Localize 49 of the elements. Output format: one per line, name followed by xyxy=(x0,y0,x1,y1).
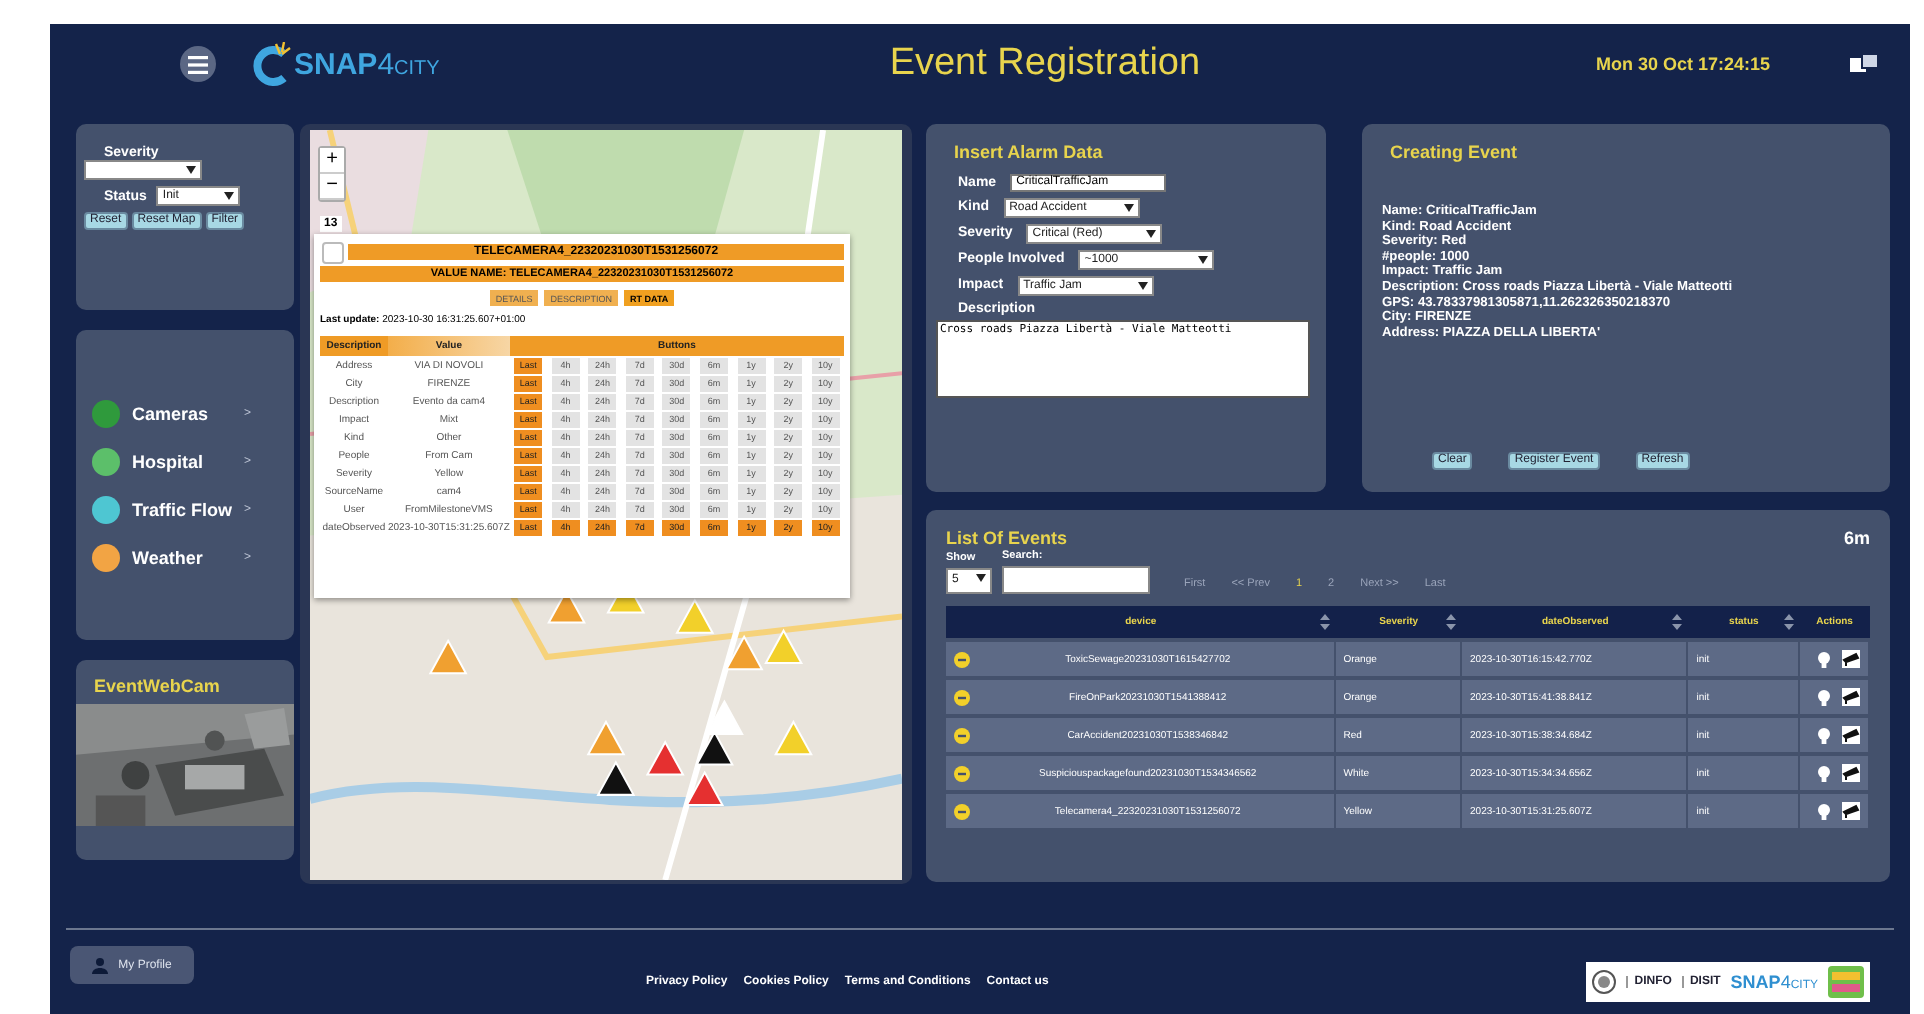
bulb-icon[interactable] xyxy=(1817,689,1830,705)
caret-icon xyxy=(1137,281,1148,289)
logo-text: SNAP4CITY xyxy=(294,47,440,81)
bulb-icon[interactable] xyxy=(1817,651,1830,667)
caret-icon xyxy=(1198,255,1209,263)
crest-icon xyxy=(1592,970,1617,994)
expand-icon[interactable] xyxy=(954,727,970,743)
caret-icon xyxy=(224,192,235,200)
caret-icon xyxy=(1146,229,1157,237)
webcam-title: EventWebCam xyxy=(94,676,222,696)
windows-icon[interactable] xyxy=(1850,54,1878,74)
user-icon xyxy=(92,957,109,973)
sort-icon[interactable] xyxy=(1319,614,1330,630)
panel-title: Creating Event xyxy=(1390,142,1520,162)
expand-icon[interactable] xyxy=(954,689,970,705)
panel-title: List Of Events xyxy=(946,528,1068,548)
camera-icon[interactable] xyxy=(1842,650,1860,668)
bulb-icon[interactable] xyxy=(1817,803,1830,819)
camera-icon[interactable] xyxy=(1842,688,1860,706)
camera-icon[interactable] xyxy=(1842,764,1860,782)
expand-icon[interactable] xyxy=(954,803,970,819)
sort-icon[interactable] xyxy=(1672,614,1683,630)
menu-icon xyxy=(188,55,208,73)
caret-icon xyxy=(186,166,196,174)
category-item[interactable]: Cameras xyxy=(120,404,244,424)
category-item[interactable]: Weather xyxy=(120,548,244,568)
time-label: 6m xyxy=(1843,528,1870,548)
badge-icon xyxy=(1828,966,1864,998)
caret-icon xyxy=(976,574,986,582)
clock-text: Mon 30 Oct 17:24:15 xyxy=(1595,54,1770,74)
severity-select[interactable] xyxy=(84,160,202,180)
sort-icon[interactable] xyxy=(1446,614,1457,630)
expand-icon[interactable] xyxy=(954,765,970,781)
sort-icon[interactable] xyxy=(1783,614,1794,630)
popup-checkbox[interactable] xyxy=(322,242,344,264)
caret-icon xyxy=(1123,203,1134,211)
search-field[interactable] xyxy=(1002,566,1150,594)
logo-swirl-icon xyxy=(252,42,292,86)
zoom-in-button[interactable]: + xyxy=(320,148,344,174)
category-item[interactable]: Traffic Flow xyxy=(120,500,244,520)
panel-title: Insert Alarm Data xyxy=(954,142,1105,162)
menu-button[interactable] xyxy=(180,46,216,82)
page-title: Event Registration xyxy=(889,42,1201,86)
expand-icon[interactable] xyxy=(954,651,970,667)
bulb-icon[interactable] xyxy=(1817,727,1830,743)
category-item[interactable]: Hospital xyxy=(120,452,244,472)
bulb-icon[interactable] xyxy=(1817,765,1830,781)
camera-icon[interactable] xyxy=(1842,802,1860,820)
camera-icon[interactable] xyxy=(1842,726,1860,744)
